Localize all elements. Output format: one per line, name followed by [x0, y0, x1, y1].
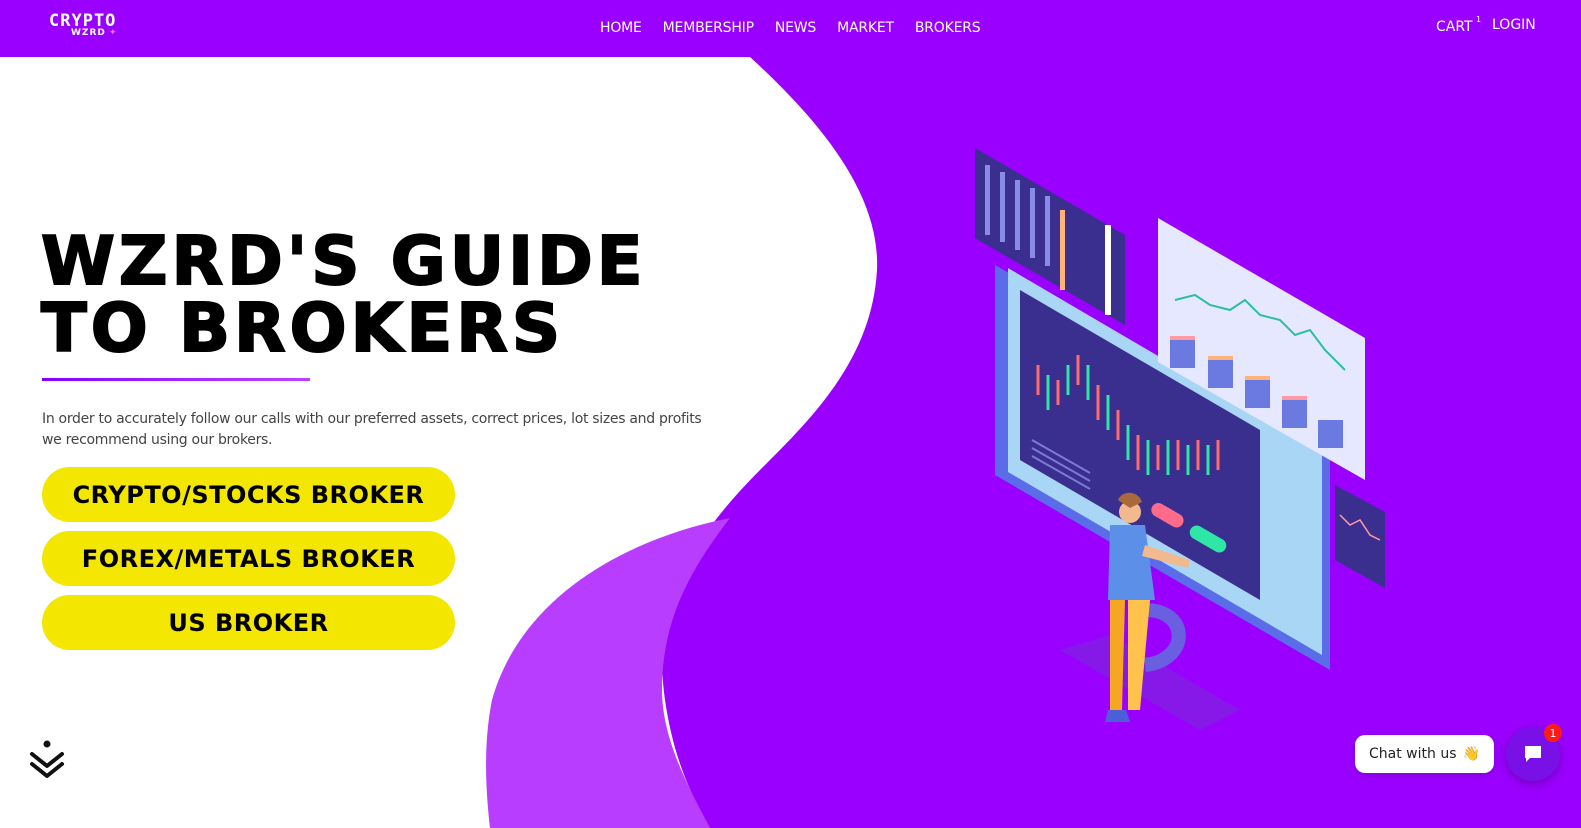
nav-brokers[interactable]: BROKERS — [915, 18, 981, 38]
page-title: WZRD'S GUIDE TO BROKERS — [40, 222, 647, 367]
chat-prompt-label: Chat with us — [1369, 746, 1457, 762]
site-logo[interactable]: CRYPTO WZRD ✦ — [49, 12, 141, 42]
title-underline — [42, 378, 310, 381]
login-link[interactable]: LOGIN — [1492, 17, 1536, 33]
nav-membership[interactable]: MEMBERSHIP — [663, 18, 754, 38]
chat-bubble-icon — [1525, 746, 1541, 762]
chat-prompt-bubble[interactable]: Chat with us 👋 — [1355, 735, 1494, 773]
hero-description: In order to accurately follow our calls … — [42, 411, 702, 448]
nav-market[interactable]: MARKET — [837, 18, 894, 38]
nav-news[interactable]: NEWS — [775, 18, 816, 38]
logo-text-wzrd: WZRD — [71, 28, 106, 38]
chat-notification-badge: 1 — [1544, 724, 1562, 742]
nav-home[interactable]: HOME — [600, 18, 642, 38]
cart-count-badge: 1 — [1476, 15, 1482, 24]
us-broker-button[interactable]: US BROKER — [42, 595, 455, 650]
trading-illustration — [975, 148, 1385, 730]
logo-sparkle-icon: ✦ — [109, 28, 117, 38]
forex-metals-broker-button[interactable]: FOREX/METALS BROKER — [42, 531, 455, 586]
wave-emoji-icon: 👋 — [1462, 746, 1480, 762]
scroll-down-icon[interactable] — [26, 738, 68, 780]
cart-link[interactable]: CART — [1436, 19, 1473, 35]
main-nav: HOME MEMBERSHIP NEWS MARKET BROKERS — [600, 18, 1001, 38]
crypto-stocks-broker-button[interactable]: CRYPTO/STOCKS BROKER — [42, 467, 455, 522]
top-navigation-bar: CRYPTO WZRD ✦ HOME MEMBERSHIP NEWS MARKE… — [0, 0, 1581, 57]
